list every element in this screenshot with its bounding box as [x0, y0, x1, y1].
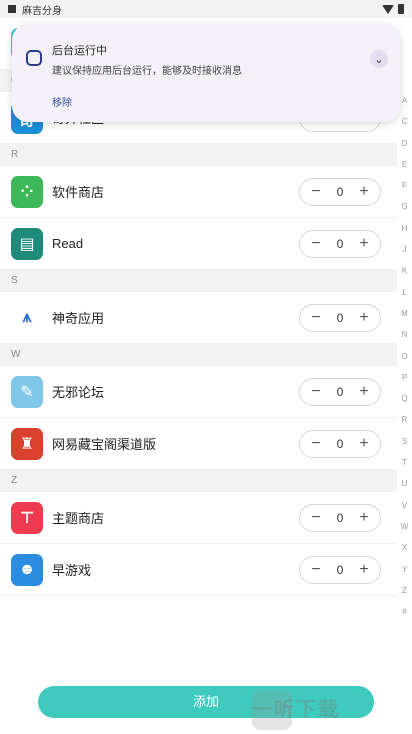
plus-icon[interactable]: + [356, 510, 372, 526]
app-name: 早游戏 [52, 563, 92, 578]
quantity-stepper[interactable]: −0 + [299, 178, 381, 206]
quantity-stepper[interactable]: −0 + [299, 230, 381, 258]
app-name: Read [52, 236, 84, 251]
minus-icon[interactable]: − [308, 184, 324, 200]
plus-icon[interactable]: + [356, 384, 372, 400]
index-letter[interactable]: C [402, 111, 408, 132]
section-header: R [0, 144, 397, 166]
index-letter[interactable]: O [401, 346, 407, 367]
index-letter[interactable]: S [402, 431, 407, 452]
app-status-icon [8, 5, 16, 13]
notification-text: 建议保持应用后台运行，能够及时接收消息 [52, 66, 242, 77]
index-letter[interactable]: A [402, 90, 407, 111]
quantity-value: 0 [336, 385, 344, 399]
app-row: ⁘ 软件商店 −0 + [0, 166, 397, 218]
minus-icon[interactable]: − [308, 236, 324, 252]
store-icon: ⁘ [11, 175, 43, 208]
minus-icon[interactable]: − [308, 384, 324, 400]
quantity-stepper[interactable]: −0 + [299, 504, 381, 532]
quantity-value: 0 [336, 563, 344, 577]
quantity-value: 0 [336, 185, 344, 199]
section-header: S [0, 270, 397, 292]
section-header: Z [0, 470, 397, 492]
status-bar: 麻吉分身 [0, 0, 412, 18]
cangbaoge-icon: ♜ [11, 427, 43, 460]
notification-remove-button[interactable]: 移除 [52, 94, 72, 109]
quantity-value: 0 [336, 237, 344, 251]
app-square-icon [26, 50, 42, 66]
quantity-stepper[interactable]: −0 + [299, 556, 381, 584]
app-row: ♜ 网易藏宝阁渠道版 −0 + [0, 418, 397, 470]
status-app-label: 麻吉分身 [22, 5, 62, 17]
plus-icon[interactable]: + [356, 562, 372, 578]
index-letter[interactable]: M [401, 303, 408, 324]
app-row: ▤ Read −0 + [0, 218, 397, 270]
minus-icon[interactable]: − [308, 310, 324, 326]
quantity-stepper[interactable]: −0 + [299, 304, 381, 332]
index-letter[interactable]: Q [401, 388, 407, 409]
notification-title: 后台运行中 [52, 45, 107, 57]
quantity-stepper[interactable]: −0 + [299, 378, 381, 406]
index-letter[interactable]: R [402, 409, 408, 430]
battery-icon [398, 4, 404, 14]
index-letter[interactable]: L [402, 282, 406, 303]
plus-icon[interactable]: + [356, 184, 372, 200]
minus-icon[interactable]: − [308, 510, 324, 526]
index-letter[interactable]: H [402, 218, 408, 239]
index-letter[interactable]: # [402, 601, 406, 622]
quantity-value: 0 [336, 311, 344, 325]
watermark-text: 一听下载 [252, 699, 340, 721]
alphabet-index-bar[interactable]: A C D E F G H J K L M N O P Q R S T U V W X Y Z # [397, 90, 412, 622]
quantity-value: 0 [336, 511, 344, 525]
app-name: 主题商店 [52, 511, 105, 526]
app-name: 网易藏宝阁渠道版 [52, 437, 157, 452]
app-name: 软件商店 [52, 185, 105, 200]
index-letter[interactable]: G [401, 196, 407, 217]
plus-icon[interactable]: + [356, 436, 372, 452]
book-icon: ▤ [11, 227, 43, 260]
minus-icon[interactable]: − [308, 436, 324, 452]
app-row: ✎ 无邪论坛 −0 + [0, 366, 397, 418]
forum-icon: ✎ [11, 375, 43, 408]
section-header: W [0, 344, 397, 366]
app-row: ☻ 早游戏 −0 + [0, 544, 397, 596]
index-letter[interactable]: D [402, 133, 408, 154]
index-letter[interactable]: X [402, 537, 407, 558]
app-name: 神奇应用 [52, 311, 105, 326]
index-letter[interactable]: Y [402, 559, 407, 580]
index-letter[interactable]: E [402, 154, 407, 175]
index-letter[interactable]: T [402, 452, 407, 473]
app-row: ⩚ 神奇应用 −0 + [0, 292, 397, 344]
minus-icon[interactable]: − [308, 562, 324, 578]
plus-icon[interactable]: + [356, 236, 372, 252]
theme-store-icon: ⊤ [11, 501, 43, 534]
index-letter[interactable]: U [402, 473, 408, 494]
app-name: 无邪论坛 [52, 385, 105, 400]
quantity-value: 0 [336, 437, 344, 451]
index-letter[interactable]: V [402, 495, 407, 516]
chevron-down-icon[interactable]: ⌄ [370, 50, 388, 68]
index-letter[interactable]: P [402, 367, 407, 388]
index-letter[interactable]: N [402, 324, 408, 345]
index-letter[interactable]: J [403, 239, 407, 260]
compass-icon: ⩚ [11, 301, 43, 334]
index-letter[interactable]: W [401, 516, 409, 537]
index-letter[interactable]: Z [402, 580, 407, 601]
app-row: ⊤ 主题商店 −0 + [0, 492, 397, 544]
plus-icon[interactable]: + [356, 310, 372, 326]
game-icon: ☻ [11, 553, 43, 586]
index-letter[interactable]: F [402, 175, 407, 196]
index-letter[interactable]: K [402, 260, 407, 281]
wifi-icon [382, 4, 394, 14]
background-running-notification[interactable]: 后台运行中 建议保持应用后台运行，能够及时接收消息 ⌄ 移除 [12, 24, 400, 122]
quantity-stepper[interactable]: −0 + [299, 430, 381, 458]
